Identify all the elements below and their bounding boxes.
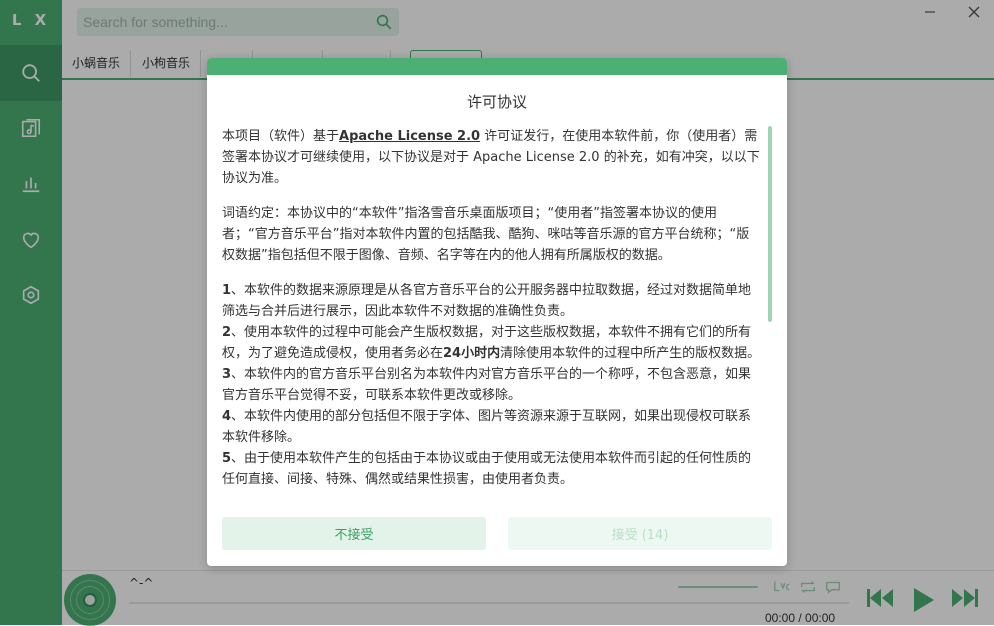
dialog-header-bar [207, 58, 787, 75]
dialog-scrollbar[interactable] [768, 126, 772, 322]
reject-button[interactable]: 不接受 [222, 517, 486, 550]
license-item-4: 4、本软件内使用的部分包括但不限于字体、图片等资源来源于互联网，如果出现侵权可联… [222, 409, 752, 445]
accept-button[interactable]: 接受 (14) [508, 517, 772, 550]
dialog-title: 许可协议 [466, 93, 527, 111]
license-text[interactable]: 本项目（软件）基于Apache License 2.0 许可证发行，在使用本软件… [222, 126, 762, 498]
license-item-3: 3、本软件内的官方音乐平台别名为本软件内对官方音乐平台的一个称呼，不包含恶意，如… [222, 367, 752, 403]
license-definitions: 词语约定：本协议中的“本软件”指洛雪音乐桌面版项目；“使用者”指签署本协议的使用… [222, 206, 750, 263]
license-item-1: 1、本软件的数据来源原理是从各官方音乐平台的公开服务器中拉取数据，经过对数据简单… [222, 283, 752, 319]
license-item-5: 5、由于使用本软件产生的包括由于本协议或由于使用或无法使用本软件而引起的任何性质… [222, 451, 752, 487]
apache-license-link[interactable]: Apache License 2.0 [339, 129, 480, 144]
license-item-2: 2、使用本软件的过程中可能会产生版权数据，对于这些版权数据，本软件不拥有它们的所… [222, 325, 761, 361]
license-intro: 本项目（软件）基于Apache License 2.0 许可证发行，在使用本软件… [222, 129, 760, 186]
license-dialog: 许可协议 本项目（软件）基于Apache License 2.0 许可证发行，在… [207, 58, 787, 566]
